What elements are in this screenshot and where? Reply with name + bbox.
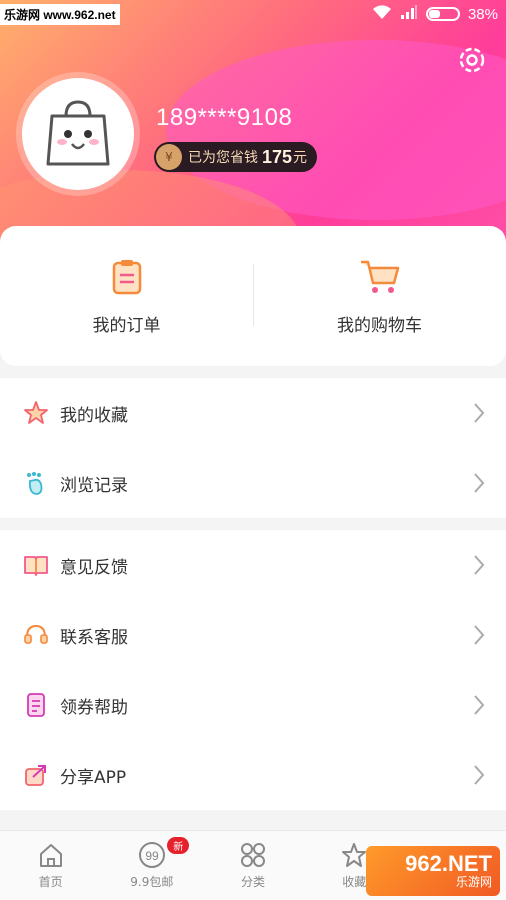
menu-item-favorites[interactable]: 我的收藏 [0, 378, 506, 448]
gear-icon [459, 47, 485, 73]
settings-button[interactable] [456, 44, 488, 76]
menu-item-share-app[interactable]: 分享APP [0, 740, 506, 810]
my-cart-label: 我的购物车 [337, 315, 422, 336]
menu-item-label: 联系客服 [60, 627, 128, 648]
svg-text:99: 99 [145, 849, 159, 863]
coupon-help-icon [22, 691, 50, 719]
watermark-subtext: 乐游网 [455, 875, 492, 889]
nine-nine-icon: 99 [138, 842, 165, 868]
my-cart-button[interactable]: 我的购物车 [253, 226, 506, 366]
watermark-text: 962.NET [405, 851, 492, 876]
signal-icon [400, 4, 418, 24]
menu-group-support: 意见反馈 联系客服 领券帮助 分享APP [0, 530, 506, 810]
chevron-right-icon [474, 555, 485, 575]
my-orders-button[interactable]: 我的订单 [0, 226, 253, 366]
new-badge: 新 [167, 837, 190, 854]
menu-item-customer-service[interactable]: 联系客服 [0, 600, 506, 670]
battery-icon [425, 7, 460, 21]
divider [253, 264, 254, 326]
savings-unit: 元 [293, 150, 308, 166]
money-bag-icon: ¥ [156, 144, 182, 170]
menu-item-coupon-help[interactable]: 领券帮助 [0, 670, 506, 740]
chevron-right-icon [474, 765, 485, 785]
chevron-right-icon [474, 695, 485, 715]
menu-item-history[interactable]: 浏览记录 [0, 448, 506, 518]
tab-label: 首页 [38, 875, 63, 889]
savings-badge: ¥ 已为您省钱 175 元 [154, 142, 318, 172]
category-icon [241, 843, 265, 867]
star-icon [22, 399, 50, 427]
menu-item-label: 领券帮助 [60, 697, 128, 718]
menu-item-label: 浏览记录 [60, 475, 128, 496]
feedback-book-icon [22, 551, 50, 579]
chevron-right-icon [474, 625, 485, 645]
tab-label: 9.9包邮 [130, 875, 174, 889]
watermark-logo: 962.NET 乐游网 [366, 846, 500, 896]
user-phone: 189****9108 [156, 104, 293, 131]
menu-item-label: 意见反馈 [60, 557, 128, 578]
tab-home[interactable]: 首页 [0, 831, 101, 900]
tab-label: 分类 [241, 875, 266, 889]
shopping-bag-mascot-icon [46, 100, 110, 166]
cart-icon [360, 260, 399, 293]
headset-icon [22, 621, 50, 649]
wifi-icon [372, 4, 392, 24]
clipboard-icon [112, 259, 141, 294]
home-icon [39, 844, 62, 867]
my-orders-label: 我的订单 [92, 315, 161, 336]
menu-item-label: 分享APP [60, 767, 127, 788]
tab-deals[interactable]: 99 9.9包邮 新 [101, 831, 202, 900]
footprint-icon [22, 469, 50, 497]
share-icon [22, 761, 50, 789]
watermark-label: 乐游网 www.962.net [0, 3, 120, 25]
avatar[interactable] [22, 78, 134, 190]
menu-item-feedback[interactable]: 意见反馈 [0, 530, 506, 600]
savings-label: 已为您省钱 [188, 150, 258, 166]
chevron-right-icon [474, 473, 485, 493]
savings-amount: 175 [262, 146, 293, 167]
tab-category[interactable]: 分类 [202, 831, 303, 900]
star-outline-icon [342, 843, 367, 867]
tab-label: 收藏 [342, 875, 367, 889]
status-bar: 乐游网 www.962.net 38% [0, 0, 506, 28]
chevron-right-icon [474, 403, 485, 423]
battery-percent: 38% [467, 5, 498, 23]
quick-actions-card: 我的订单 我的购物车 [0, 226, 506, 366]
menu-item-label: 我的收藏 [60, 405, 128, 426]
menu-group-personal: 我的收藏 浏览记录 [0, 378, 506, 518]
